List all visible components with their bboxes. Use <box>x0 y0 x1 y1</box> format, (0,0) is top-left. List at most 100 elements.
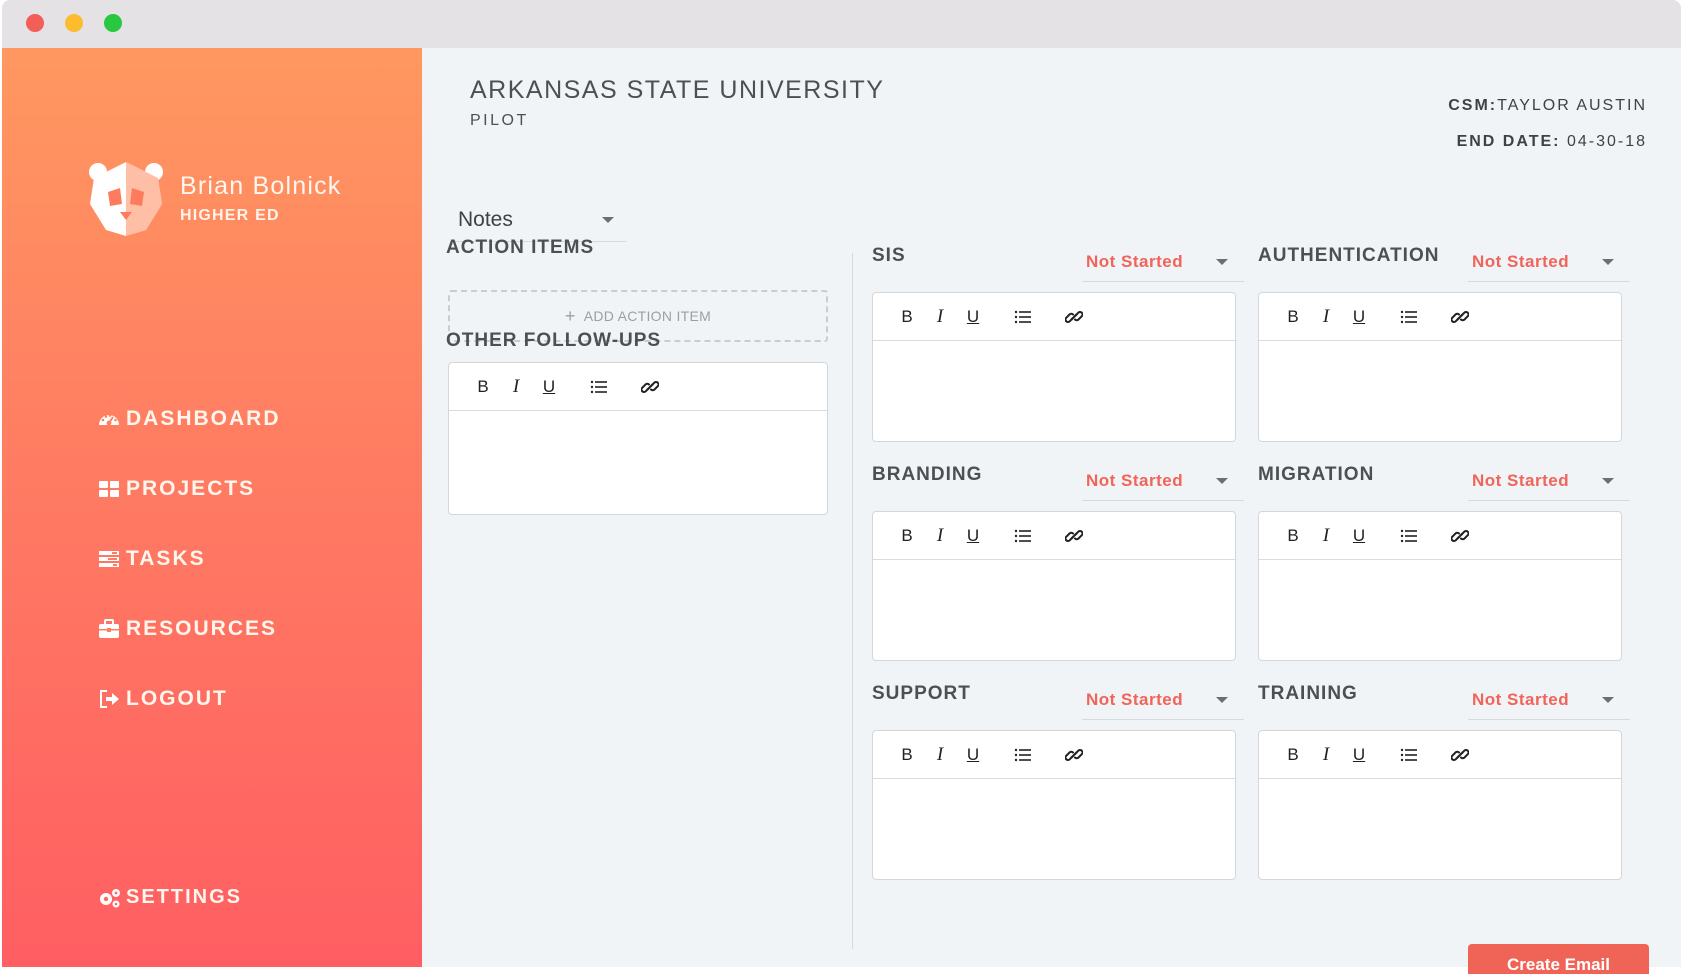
bold-button[interactable]: B <box>1277 741 1309 769</box>
grid-icon <box>99 481 119 497</box>
list-button[interactable] <box>1007 522 1039 550</box>
sidebar-item-tasks[interactable]: TASKS <box>98 524 281 594</box>
link-button[interactable] <box>1058 303 1090 331</box>
link-button[interactable] <box>634 373 666 401</box>
underline-button[interactable]: U <box>1343 741 1375 769</box>
sidebar-item-resources[interactable]: RESOURCES <box>98 594 281 664</box>
list-button[interactable] <box>583 373 615 401</box>
italic-button[interactable]: I <box>924 522 956 550</box>
editor-body[interactable] <box>1259 341 1621 441</box>
end-date-label: END DATE: <box>1456 133 1561 150</box>
editor-toolbar: BIU <box>873 731 1235 779</box>
link-icon <box>641 380 659 393</box>
gears-icon <box>100 888 120 907</box>
underline-button[interactable]: U <box>957 303 989 331</box>
app-window: Brian Bolnick HIGHER ED DASHBOARD PROJEC… <box>2 0 1681 974</box>
editor-body[interactable] <box>449 411 827 515</box>
view-select[interactable]: Notes <box>452 198 626 242</box>
link-icon <box>1065 748 1083 761</box>
sidebar-item-projects[interactable]: PROJECTS <box>98 454 281 524</box>
user-segment: HIGHER ED <box>180 206 280 224</box>
end-date-row: END DATE: 04-30-18 <box>1448 124 1647 160</box>
link-button[interactable] <box>1444 522 1476 550</box>
sidebar-item-settings[interactable]: SETTINGS <box>98 886 242 909</box>
status-select-branding[interactable]: Not Started <box>1082 457 1244 501</box>
csm-label: CSM: <box>1448 97 1498 114</box>
italic-button[interactable]: I <box>1310 522 1342 550</box>
italic-button[interactable]: I <box>1310 303 1342 331</box>
italic-button[interactable]: I <box>500 373 532 401</box>
link-button[interactable] <box>1058 522 1090 550</box>
underline-button[interactable]: U <box>1343 303 1375 331</box>
bold-button[interactable]: B <box>891 303 923 331</box>
editor-toolbar: BIU <box>1259 293 1621 341</box>
list-button[interactable] <box>1393 522 1425 550</box>
list-button[interactable] <box>1393 741 1425 769</box>
main-content: ARKANSAS STATE UNIVERSITY PILOT CSM:TAYL… <box>422 48 1681 974</box>
status-select-authentication[interactable]: Not Started <box>1468 238 1630 282</box>
editor-body[interactable] <box>1259 779 1621 879</box>
sidebar-item-label: DASHBOARD <box>126 407 281 430</box>
maximize-window-button[interactable] <box>104 14 122 32</box>
italic-button[interactable]: I <box>924 303 956 331</box>
link-icon <box>1451 748 1469 761</box>
underline-button[interactable]: U <box>533 373 565 401</box>
bold-button[interactable]: B <box>891 741 923 769</box>
close-window-button[interactable] <box>26 14 44 32</box>
section-title-training: TRAINING <box>1258 683 1358 704</box>
status-select-support[interactable]: Not Started <box>1082 676 1244 720</box>
status-select-sis[interactable]: Not Started <box>1082 238 1244 282</box>
status-value: Not Started <box>1472 252 1570 271</box>
underline-button[interactable]: U <box>957 522 989 550</box>
italic-button[interactable]: I <box>924 741 956 769</box>
link-icon <box>1451 529 1469 542</box>
editor-body[interactable] <box>873 560 1235 660</box>
plus-icon: + <box>564 305 576 326</box>
editor-support: BIU <box>872 730 1236 880</box>
list-icon <box>1014 748 1031 761</box>
sidebar-item-dashboard[interactable]: DASHBOARD <box>98 384 281 454</box>
sidebar-item-label: PROJECTS <box>126 477 256 500</box>
link-icon <box>1065 529 1083 542</box>
status-select-migration[interactable]: Not Started <box>1468 457 1630 501</box>
user-profile: Brian Bolnick HIGHER ED <box>86 158 342 238</box>
sidebar-item-label: RESOURCES <box>126 617 278 640</box>
status-value: Not Started <box>1086 471 1184 490</box>
section-title-sis: SIS <box>872 245 906 266</box>
editor-body[interactable] <box>873 779 1235 879</box>
title-bar <box>2 0 1681 48</box>
list-icon <box>1014 310 1031 323</box>
bold-button[interactable]: B <box>1277 522 1309 550</box>
editor-toolbar: BIU <box>1259 731 1621 779</box>
bold-button[interactable]: B <box>467 373 499 401</box>
list-icon <box>1400 310 1417 323</box>
create-email-button[interactable]: Create Email <box>1468 944 1649 974</box>
status-value: Not Started <box>1472 471 1570 490</box>
status-select-training[interactable]: Not Started <box>1468 676 1630 720</box>
status-value: Not Started <box>1472 690 1570 709</box>
list-button[interactable] <box>1393 303 1425 331</box>
link-button[interactable] <box>1444 303 1476 331</box>
csm-value: TAYLOR AUSTIN <box>1497 97 1647 114</box>
underline-button[interactable]: U <box>957 741 989 769</box>
underline-button[interactable]: U <box>1343 522 1375 550</box>
editor-sis: BIU <box>872 292 1236 442</box>
sidebar-item-logout[interactable]: LOGOUT <box>98 664 281 734</box>
editor-body[interactable] <box>1259 560 1621 660</box>
minimize-window-button[interactable] <box>65 14 83 32</box>
list-button[interactable] <box>1007 741 1039 769</box>
italic-button[interactable]: I <box>1310 741 1342 769</box>
panda-logo-icon <box>89 162 163 236</box>
sidebar: Brian Bolnick HIGHER ED DASHBOARD PROJEC… <box>2 48 422 967</box>
editor-branding: BIU <box>872 511 1236 661</box>
action-items-heading: ACTION ITEMS <box>446 237 595 258</box>
chevron-down-icon <box>1602 697 1614 703</box>
bold-button[interactable]: B <box>891 522 923 550</box>
end-date-value: 04-30-18 <box>1566 133 1647 150</box>
editor-toolbar: BIU <box>1259 512 1621 560</box>
list-button[interactable] <box>1007 303 1039 331</box>
editor-body[interactable] <box>873 341 1235 441</box>
link-button[interactable] <box>1444 741 1476 769</box>
bold-button[interactable]: B <box>1277 303 1309 331</box>
link-button[interactable] <box>1058 741 1090 769</box>
